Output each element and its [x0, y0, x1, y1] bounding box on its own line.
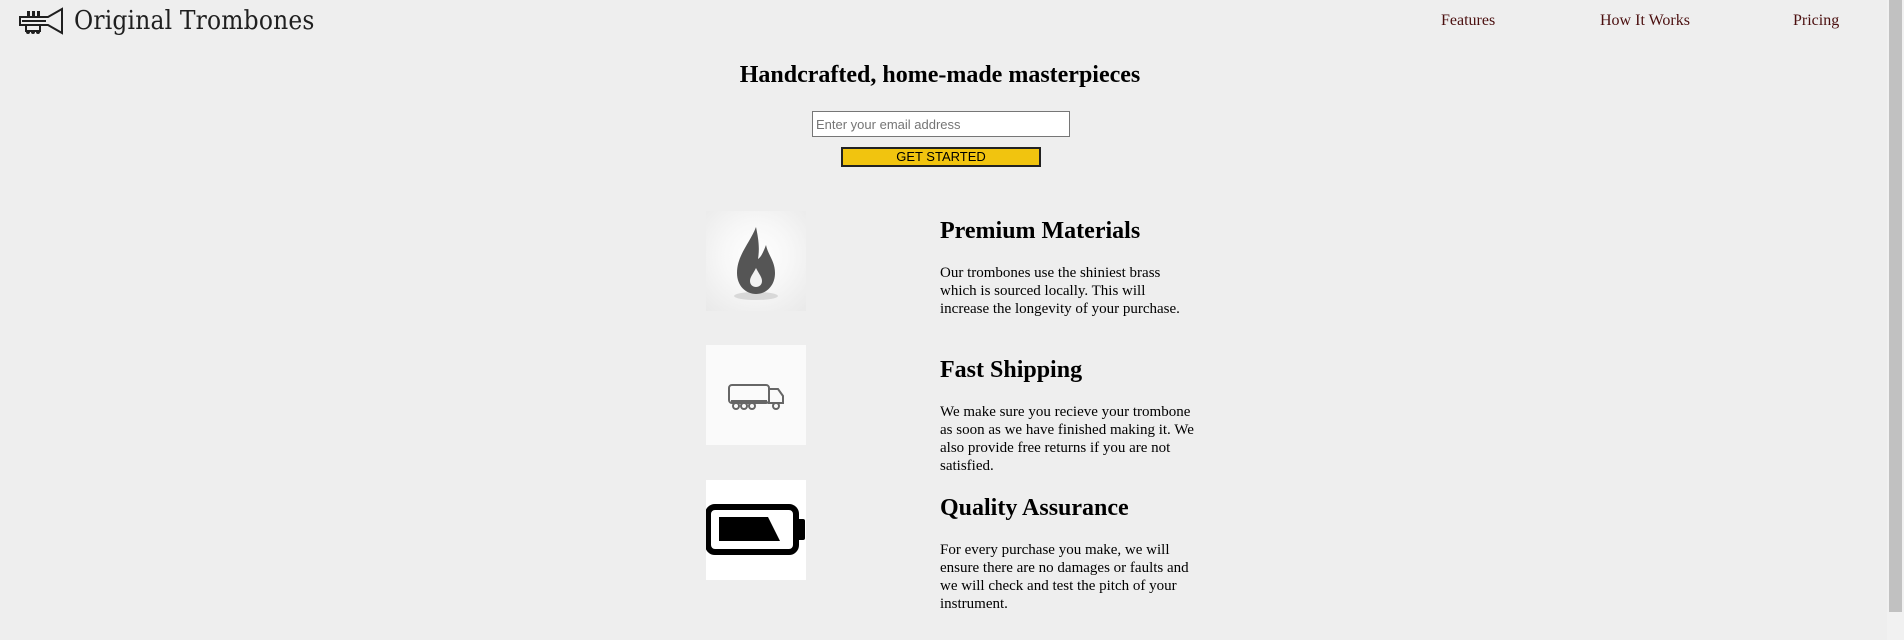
feature-text: Our trombones use the shiniest brass whi… [940, 265, 1180, 317]
logo[interactable]: Original Trombones [18, 5, 341, 37]
nav-link-pricing[interactable]: Pricing [1793, 12, 1839, 30]
battery-icon [706, 504, 805, 555]
feature-image-premium-materials [706, 211, 806, 311]
get-started-button[interactable]: GET STARTED [841, 147, 1041, 167]
scrollbar-thumb[interactable] [1889, 0, 1902, 612]
feature-text: For every purchase you make, we will ens… [940, 542, 1189, 612]
feature-image-quality-assurance [706, 480, 806, 580]
feature-title: Quality Assurance [940, 495, 1129, 521]
flame-icon [734, 227, 778, 300]
trumpet-icon [19, 7, 63, 35]
header: Original Trombones Features How It Works… [0, 0, 1904, 44]
feature-title: Fast Shipping [940, 357, 1083, 383]
feature-image-fast-shipping [706, 345, 806, 445]
email-input[interactable] [812, 111, 1070, 137]
nav-link-how-it-works[interactable]: How It Works [1600, 12, 1690, 30]
truck-icon [728, 384, 784, 410]
feature-title: Premium Materials [940, 218, 1141, 244]
nav-link-features[interactable]: Features [1441, 12, 1495, 30]
feature-text: We make sure you recieve your trombone a… [940, 404, 1194, 474]
logo-text: Original Trombones [74, 6, 315, 36]
vertical-scrollbar[interactable] [1887, 0, 1904, 640]
hero-title: Handcrafted, home-made masterpieces [739, 62, 1141, 88]
